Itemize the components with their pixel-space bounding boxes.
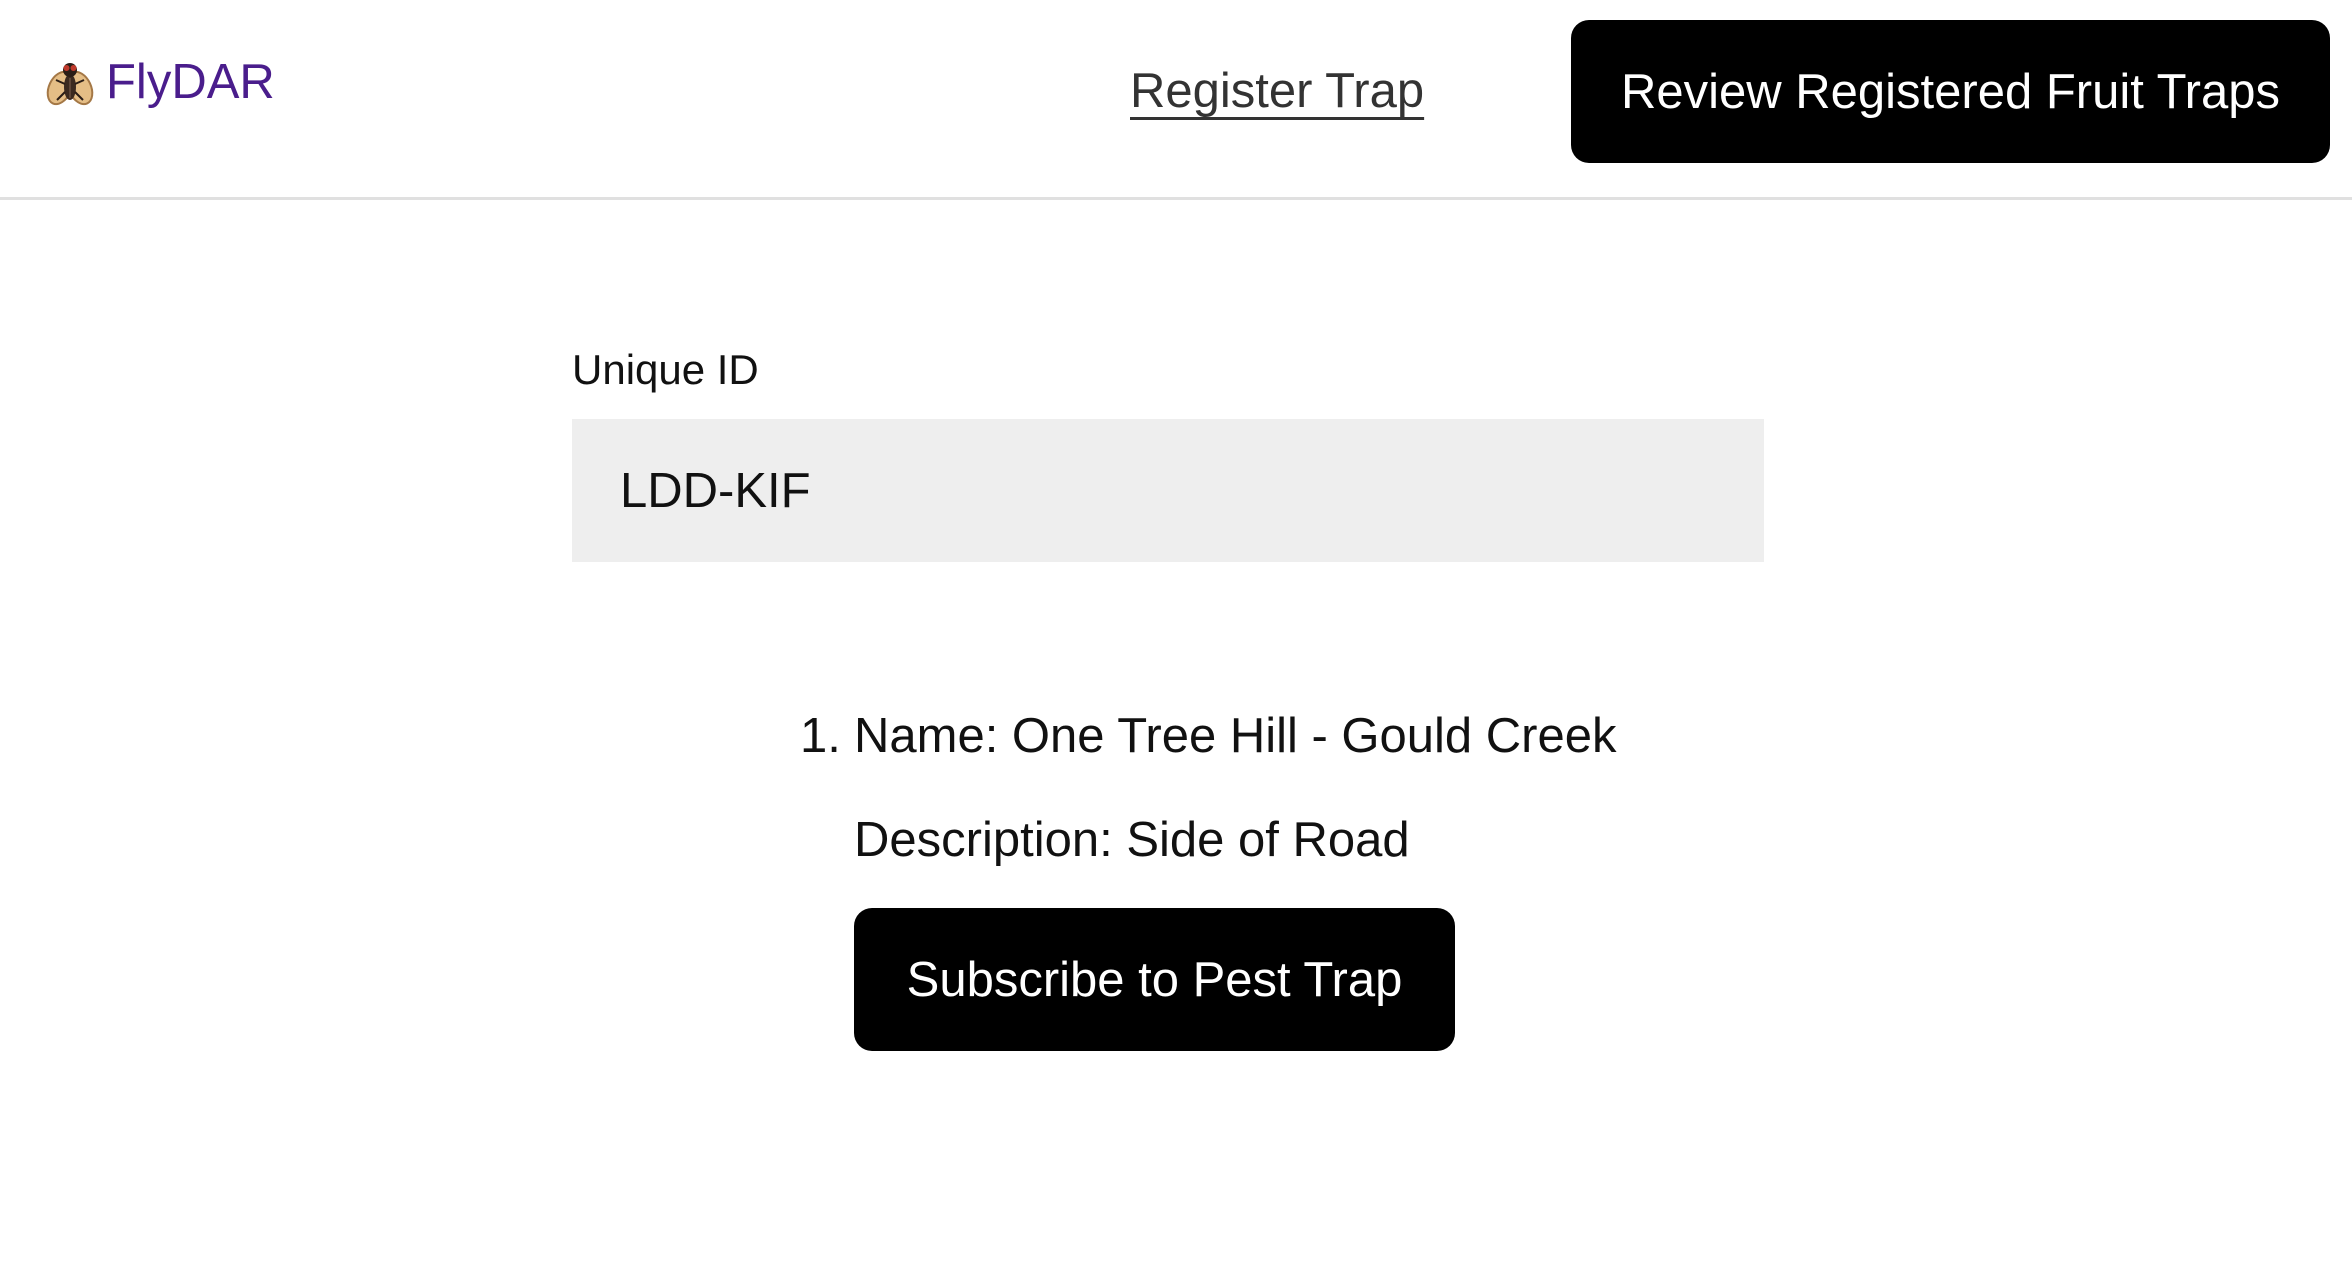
unique-id-input[interactable] [572,419,1764,562]
trap-results-list: 1. Name: One Tree Hill - Gould Creek Des… [800,700,1700,1051]
review-registered-traps-button[interactable]: Review Registered Fruit Traps [1571,20,2330,163]
brand-home-link[interactable]: FlyDAR [44,56,275,108]
top-nav-bar: FlyDAR Register Trap Review Registered F… [0,0,2352,200]
list-item: 1. Name: One Tree Hill - Gould Creek Des… [800,700,1700,1051]
trap-name: Name: One Tree Hill - Gould Creek [854,709,1617,763]
trap-description: Description: Side of Road [854,813,1410,867]
register-trap-link[interactable]: Register Trap [1130,62,1424,121]
unique-id-label: Unique ID [572,346,759,393]
fly-icon [46,63,94,106]
subscribe-to-pest-trap-button[interactable]: Subscribe to Pest Trap [854,908,1455,1051]
brand-name: FlyDAR [106,54,275,109]
list-item-number: 1. [800,709,841,763]
